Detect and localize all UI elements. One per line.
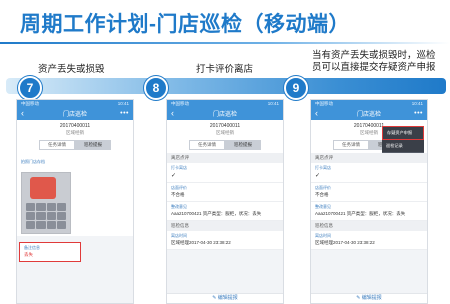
nav-title: 门店巡检 — [62, 112, 87, 118]
checkmark-icon: ✓ — [171, 173, 177, 179]
step-9-caption-line-2: 员可以直接提交存疑资产申报 — [312, 62, 436, 73]
step-8-caption: 打卡评价离店 — [196, 64, 254, 75]
tab-task-details[interactable]: 任务详情 — [39, 140, 75, 150]
phone-screen-step-7: 中国移动 10:41 ‹ 门店巡检 ••• 20170400011 区域经销 任… — [16, 99, 134, 304]
asset-photo[interactable] — [21, 172, 71, 234]
store-name: 区域经销 — [66, 130, 84, 135]
more-icon[interactable]: ••• — [119, 110, 129, 117]
carrier-label: 中国移动 — [21, 100, 39, 106]
store-header: 20170400011 区域经销 — [167, 120, 283, 138]
phone-screen-step-9: 中国移动 10:41 ‹ 门店巡检 ••• 20170400011 区域经销 任… — [310, 99, 428, 304]
status-bar: 中国移动 10:41 — [17, 100, 133, 107]
photo-keypad-icon — [26, 203, 66, 229]
carrier-label: 中国移动 — [315, 100, 333, 106]
photo-link-row[interactable]: 拍照门店存档 — [17, 153, 133, 168]
more-icon[interactable]: ••• — [413, 110, 423, 117]
leave-time-field: 离店时间 区域经理2017-04-30 23:38:22 — [167, 231, 283, 250]
store-header: 20170400011 区域经销 — [17, 120, 133, 138]
section-header-review: 离店点评 — [311, 153, 427, 163]
leave-time-field: 离店时间 区域经理2017-04-30 23:38:22 — [311, 231, 427, 250]
photo-archive-link[interactable]: 拍照门店存档 — [21, 159, 129, 165]
checkout-field[interactable]: 打卡离店 ✓ — [167, 163, 283, 183]
photo-container — [17, 168, 133, 236]
back-icon[interactable]: ‹ — [315, 109, 325, 118]
nav-bar: ‹ 门店巡检 — [167, 107, 283, 120]
tab-task-details[interactable]: 任务详情 — [333, 140, 369, 150]
photo-poster-icon — [30, 177, 56, 199]
checkout-label: 打卡离店 — [171, 165, 187, 170]
title-divider — [0, 42, 450, 44]
rating-value: 不合格 — [171, 192, 185, 197]
nav-title: 门店巡检 — [356, 112, 381, 118]
rating-field[interactable]: 店面评价 不合格 — [311, 183, 427, 202]
tab-inspection-report[interactable]: 巡检提报 — [225, 140, 261, 150]
menu-item-suspect-asset-report[interactable]: 存疑资产申报 — [382, 126, 424, 140]
leave-time-label: 离店时间 — [171, 233, 187, 238]
step-7-badge: 7 — [18, 76, 42, 100]
leave-time-label: 离店时间 — [315, 233, 331, 238]
step-8-badge: 8 — [144, 76, 168, 100]
carrier-label: 中国移动 — [171, 100, 189, 106]
store-name: 区域经销 — [216, 130, 234, 135]
remark-value: 丢失 — [24, 252, 33, 257]
tab-row: 任务详情 巡检提报 — [167, 138, 283, 153]
edit-report-label: 编辑提报 — [361, 295, 382, 301]
section-header-review: 离店点评 — [167, 153, 283, 163]
nav-title: 门店巡检 — [212, 112, 237, 118]
edit-report-label: 编辑提报 — [217, 295, 238, 301]
rating-label: 店面评价 — [171, 185, 187, 190]
checkout-label: 打卡离店 — [315, 165, 331, 170]
page-title: 周期工作计划-门店巡检（移动端） — [20, 13, 350, 36]
advice-value: Aaa210700421 资产类型：服柜，状况：丢失 — [171, 211, 262, 216]
clock-label: 10:41 — [411, 101, 423, 106]
rating-value: 不合格 — [315, 192, 329, 197]
step-9-badge: 9 — [284, 76, 308, 100]
tab-task-details[interactable]: 任务详情 — [189, 140, 225, 150]
step-7-caption: 资产丢失或损毁 — [38, 64, 105, 75]
leave-time-value: 区域经理2017-04-30 23:38:22 — [315, 240, 375, 245]
nav-bar: ‹ 门店巡检 ••• — [17, 107, 133, 120]
advice-label: 整改意见 — [171, 204, 187, 209]
rating-field[interactable]: 店面评价 不合格 — [167, 183, 283, 202]
nav-bar: ‹ 门店巡检 ••• — [311, 107, 427, 120]
checkmark-icon: ✓ — [315, 173, 321, 179]
advice-field[interactable]: 整改意见 Aaa210700421 资产类型：服柜，状况：丢失 — [311, 202, 427, 221]
back-icon[interactable]: ‹ — [171, 109, 181, 118]
store-code: 20170400011 — [59, 123, 91, 129]
phone-screen-step-8: 中国移动 10:41 ‹ 门店巡检 20170400011 区域经销 任务详情 … — [166, 99, 284, 304]
tab-row: 任务详情 巡检提报 — [17, 138, 133, 153]
leave-time-value: 区域经理2017-04-30 23:38:22 — [171, 240, 231, 245]
advice-value: Aaa210700421 资产类型：服柜，状况：丢失 — [315, 211, 406, 216]
status-bar: 中国移动 10:41 — [167, 100, 283, 107]
clock-label: 10:41 — [267, 101, 279, 106]
store-code: 20170400011 — [209, 123, 241, 129]
advice-label: 整改意见 — [315, 204, 331, 209]
clock-label: 10:41 — [117, 101, 129, 106]
section-header-inspection: 巡检信息 — [311, 221, 427, 231]
rating-label: 店面评价 — [315, 185, 331, 190]
back-icon[interactable]: ‹ — [21, 109, 31, 118]
remark-label: 备注信息 — [24, 245, 40, 250]
remark-field[interactable]: 备注信息 丢失 — [19, 242, 81, 262]
more-menu-dropdown: 存疑资产申报 巡检记录 — [382, 126, 424, 153]
status-bar: 中国移动 10:41 — [311, 100, 427, 107]
advice-field[interactable]: 整改意见 Aaa210700421 资产类型：服柜，状况：丢失 — [167, 202, 283, 221]
checkout-field[interactable]: 打卡离店 ✓ — [311, 163, 427, 183]
tab-inspection-report[interactable]: 巡检提报 — [75, 140, 111, 150]
step-9-caption-line-1: 当有资产丢失或损毁时，巡检 — [312, 50, 436, 61]
menu-item-inspection-records[interactable]: 巡检记录 — [382, 140, 424, 153]
steps-progress-bar — [6, 78, 446, 94]
section-header-inspection: 巡检信息 — [167, 221, 283, 231]
